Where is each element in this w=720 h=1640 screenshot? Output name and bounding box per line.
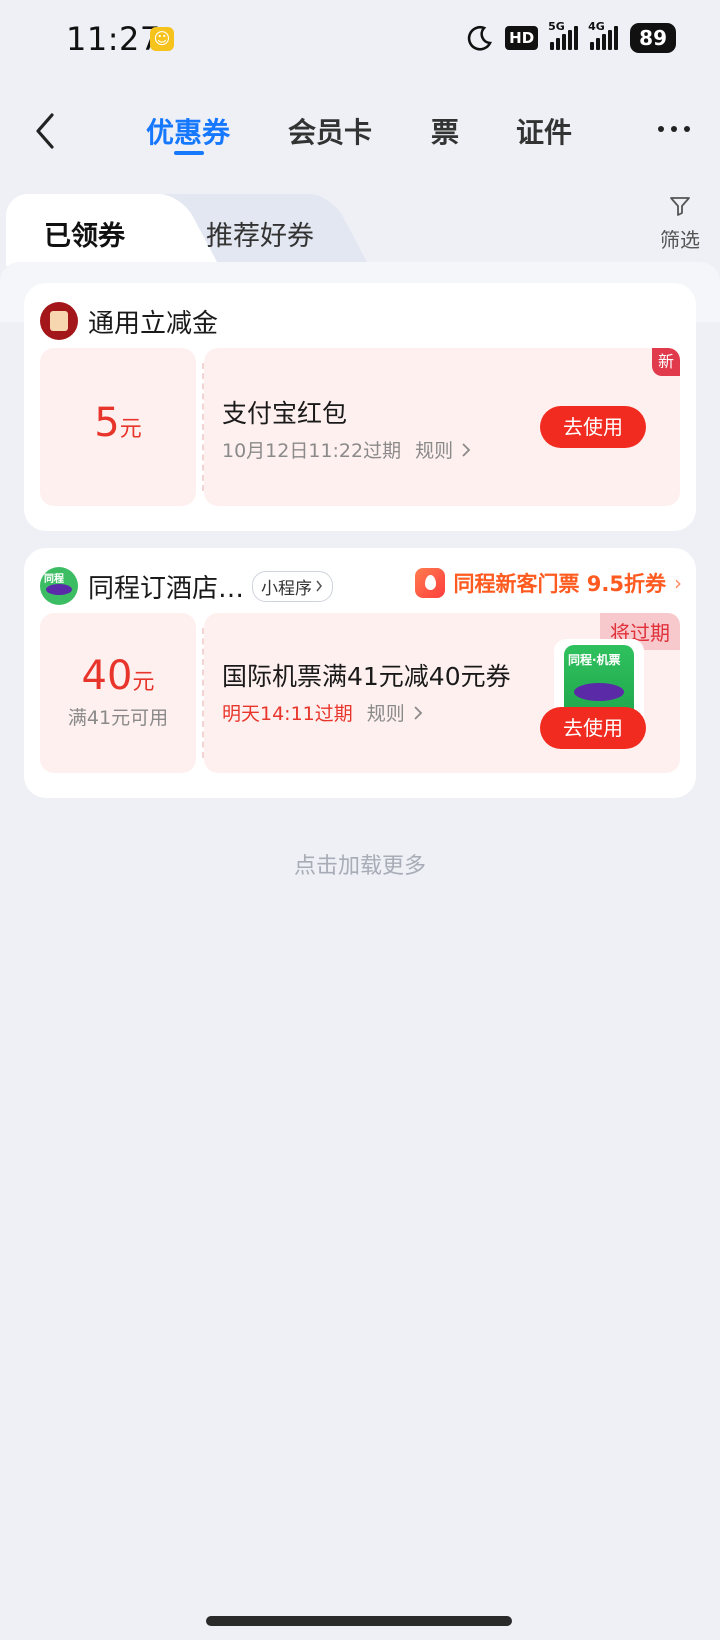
new-badge: 新 bbox=[652, 348, 680, 376]
top-navigation: 优惠券 会员卡 票 证件 bbox=[0, 95, 720, 170]
coupon-card-tongcheng: 同程 同程订酒店… 小程序 同程新客门票 9.5折券 › 40元 满41元可用 … bbox=[24, 548, 696, 798]
rules-link[interactable]: 规则 bbox=[367, 699, 405, 726]
card-title[interactable]: 同程订酒店… bbox=[88, 568, 244, 605]
amount-unit: 元 bbox=[132, 670, 155, 695]
more-button[interactable] bbox=[656, 117, 692, 141]
sub-tabs: 已领券 推荐好券 筛选 bbox=[0, 194, 720, 266]
coupon-amount-panel: 5元 bbox=[40, 348, 196, 506]
coupon-amount-panel: 40元 满41元可用 bbox=[40, 613, 196, 773]
coupon-meta: 10月12日11:22过期 规则 bbox=[222, 436, 473, 463]
card-header: 同程 同程订酒店… 小程序 bbox=[40, 566, 334, 606]
tab-certificates[interactable]: 证件 bbox=[516, 111, 572, 151]
tab-coupons[interactable]: 优惠券 bbox=[146, 111, 230, 151]
coupon-card-general: 通用立减金 5元 支付宝红包 10月12日11:22过期 规则 新 去使用 bbox=[24, 283, 696, 531]
load-more-link[interactable]: 点击加载更多 bbox=[0, 848, 720, 880]
home-indicator[interactable] bbox=[206, 1616, 512, 1626]
coupon-expire: 10月12日11:22过期 bbox=[222, 440, 402, 462]
signal-4g-icon: 4G bbox=[588, 20, 619, 50]
flame-icon bbox=[415, 568, 446, 598]
card-title: 通用立减金 bbox=[88, 308, 219, 339]
filter-label: 筛选 bbox=[660, 228, 700, 252]
amount-value: 40 bbox=[81, 653, 133, 699]
status-indicators: HD 5G 4G 89 bbox=[467, 20, 676, 54]
coupon-name: 国际机票满41元减40元券 bbox=[222, 662, 511, 691]
sub-tab-claimed[interactable]: 已领券 bbox=[44, 214, 125, 253]
card-header: 通用立减金 bbox=[40, 301, 218, 341]
battery-indicator: 89 bbox=[630, 23, 676, 53]
active-tab-underline bbox=[174, 151, 204, 155]
tab-tickets[interactable]: 票 bbox=[431, 111, 459, 151]
coupon-detail-panel[interactable]: 国际机票满41元减40元券 明天14:11过期 规则 将过期 同程·机票 去使用 bbox=[204, 613, 680, 773]
more-dots-icon bbox=[658, 126, 690, 132]
chevron-right-icon: › bbox=[674, 571, 682, 595]
promo-link[interactable]: 同程新客门票 9.5折券 › bbox=[415, 568, 682, 598]
use-coupon-button[interactable]: 去使用 bbox=[540, 707, 646, 749]
filter-button[interactable]: 筛选 bbox=[652, 194, 708, 254]
coupon-meta: 明天14:11过期 规则 bbox=[222, 699, 425, 726]
moon-icon bbox=[467, 26, 493, 51]
back-arrow-icon bbox=[36, 113, 54, 149]
coupon-name: 支付宝红包 bbox=[222, 399, 348, 428]
chevron-right-icon bbox=[414, 705, 423, 720]
filter-funnel-icon bbox=[670, 197, 690, 216]
hd-badge: HD bbox=[505, 26, 539, 50]
promo-text: 同程新客门票 9.5折券 bbox=[453, 572, 666, 596]
network-5g-label: 5G bbox=[548, 20, 565, 33]
coupon-expire: 明天14:11过期 bbox=[222, 703, 353, 725]
back-button[interactable] bbox=[28, 109, 68, 153]
tongcheng-brand-icon: 同程 bbox=[40, 567, 78, 605]
sub-tab-recommended[interactable]: 推荐好券 bbox=[206, 214, 314, 253]
chevron-right-icon bbox=[462, 442, 471, 457]
use-coupon-button[interactable]: 去使用 bbox=[540, 406, 646, 448]
red-envelope-brand-icon bbox=[40, 302, 78, 340]
network-4g-label: 4G bbox=[588, 20, 605, 33]
coupon-condition: 满41元可用 bbox=[67, 707, 169, 729]
amount-value: 5 bbox=[94, 400, 120, 446]
thumbnail-label: 同程·机票 bbox=[568, 653, 621, 667]
coupon-amount: 5元 bbox=[94, 400, 141, 446]
rules-link[interactable]: 规则 bbox=[415, 436, 453, 463]
amount-unit: 元 bbox=[119, 417, 142, 442]
status-bar: 11:27 ☺ HD 5G 4G 89 bbox=[0, 0, 720, 80]
status-time: 11:27 bbox=[66, 20, 161, 58]
notification-emoji-icon: ☺ bbox=[150, 27, 174, 51]
tab-member-cards[interactable]: 会员卡 bbox=[288, 111, 372, 151]
signal-5g-icon: 5G bbox=[548, 20, 579, 50]
mini-program-label: 小程序 bbox=[261, 578, 313, 599]
coupon-detail-panel[interactable]: 支付宝红包 10月12日11:22过期 规则 新 去使用 bbox=[204, 348, 680, 506]
mini-program-tag[interactable]: 小程序 bbox=[252, 570, 334, 602]
blimp-logo-icon bbox=[574, 683, 624, 701]
coupon-amount: 40元 bbox=[82, 653, 155, 699]
chevron-right-icon bbox=[316, 580, 322, 592]
